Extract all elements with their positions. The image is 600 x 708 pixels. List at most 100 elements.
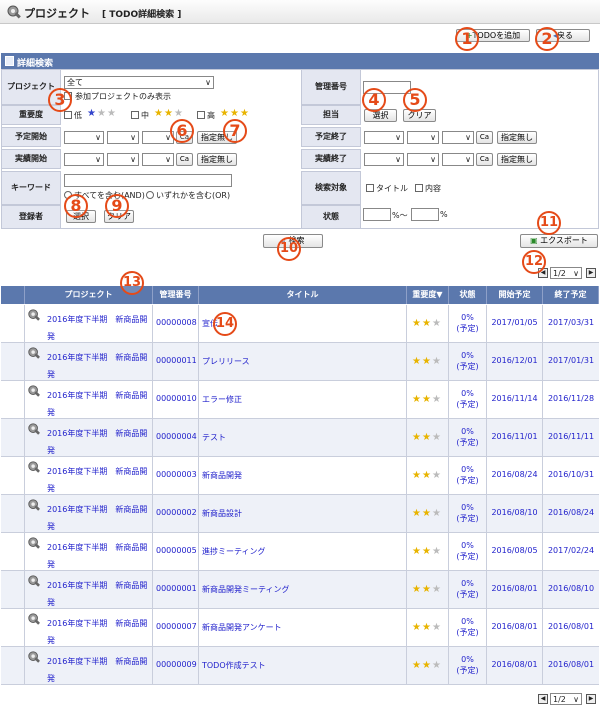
actual-end-day-select[interactable]: [442, 153, 474, 166]
table-row[interactable]: 2016年度下半期 新商品開発 00000001 新商品開発ミーティング ★ ★ ★ 0%(…: [1, 571, 599, 609]
project-link[interactable]: 2016年度下半期 新商品開発: [47, 349, 151, 383]
actual-start-day-select[interactable]: [142, 153, 174, 166]
target-title-checkbox[interactable]: [366, 184, 374, 192]
status-cell[interactable]: 0% (予定): [449, 381, 487, 419]
actual-end-unset-button[interactable]: 指定無し: [497, 153, 537, 166]
manage-no-link[interactable]: 00000009: [153, 647, 199, 685]
manage-no-link[interactable]: 00000007: [153, 609, 199, 647]
manage-no-link[interactable]: 00000011: [153, 343, 199, 381]
table-row[interactable]: 2016年度下半期 新商品開発 00000008 宣伝 ★ ★ ★ 0% (予定) 2017/0…: [1, 305, 599, 343]
manage-no-link[interactable]: 00000004: [153, 419, 199, 457]
search-target-label: 検索対象: [301, 171, 361, 205]
keyword-or-radio[interactable]: [146, 191, 154, 199]
title-link[interactable]: 新商品開発アンケート: [199, 609, 407, 647]
table-row[interactable]: 2016年度下半期 新商品開発 00000011 プレリリース ★ ★ ★ 0% (予定) 20…: [1, 343, 599, 381]
actual-start-unset-button[interactable]: 指定無し: [197, 153, 237, 166]
status-cell[interactable]: 0% (予定): [449, 609, 487, 647]
column-header-status[interactable]: 状態: [449, 286, 487, 304]
keyword-input[interactable]: [64, 174, 232, 187]
status-cell[interactable]: 0% (予定): [449, 343, 487, 381]
status-cell[interactable]: 0% (予定): [449, 647, 487, 685]
project-link[interactable]: 2016年度下半期 新商品開発: [47, 425, 151, 459]
title-link[interactable]: エラー修正: [199, 381, 407, 419]
star-icon: ★: [422, 394, 431, 405]
project-gear-icon: [28, 347, 40, 359]
status-cell[interactable]: 0% (予定): [449, 419, 487, 457]
table-row[interactable]: 2016年度下半期 新商品開発 00000010 エラー修正 ★ ★ ★ 0% (予定) 201…: [1, 381, 599, 419]
project-link[interactable]: 2016年度下半期 新商品開発: [47, 653, 151, 687]
project-link[interactable]: 2016年度下半期 新商品開発: [47, 577, 151, 611]
page-select-bottom[interactable]: 1/2: [550, 693, 582, 705]
status-cell[interactable]: 0% (予定): [449, 495, 487, 533]
status-from-input[interactable]: [363, 208, 391, 221]
manage-no-link[interactable]: 00000002: [153, 495, 199, 533]
title-link[interactable]: テスト: [199, 419, 407, 457]
planned-start-cell: 2016/08/10: [487, 495, 543, 533]
planned-end-calendar-button[interactable]: Ca: [476, 131, 493, 144]
table-row[interactable]: 2016年度下半期 新商品開発 00000002 新商品設計 ★ ★ ★ 0% (予定) 201…: [1, 495, 599, 533]
planned-start-year-select[interactable]: [64, 131, 104, 144]
prev-page-button[interactable]: ◀: [538, 694, 548, 704]
title-link[interactable]: 進捗ミーティング: [199, 533, 407, 571]
status-cell[interactable]: 0% (予定): [449, 457, 487, 495]
table-row[interactable]: 2016年度下半期 新商品開発 00000009 TODO作成テスト ★ ★ ★ 0% (予定…: [1, 647, 599, 685]
table-row[interactable]: 2016年度下半期 新商品開発 00000003 新商品開発 ★ ★ ★ 0% (予定) 201…: [1, 457, 599, 495]
column-header-manage-no[interactable]: 管理番号: [153, 286, 199, 304]
table-row[interactable]: 2016年度下半期 新商品開発 00000004 テスト ★ ★ ★ 0% (予定) 2016/…: [1, 419, 599, 457]
star-icon: ★: [412, 470, 421, 481]
project-link[interactable]: 2016年度下半期 新商品開発: [47, 463, 151, 497]
registrant-label: 登録者: [1, 205, 61, 229]
project-link[interactable]: 2016年度下半期 新商品開発: [47, 615, 151, 649]
actual-start-label: 実績開始: [1, 149, 61, 169]
status-to-suffix: %: [440, 210, 448, 219]
planned-end-unset-button[interactable]: 指定無し: [497, 131, 537, 144]
status-to-input[interactable]: [411, 208, 439, 221]
manage-no-link[interactable]: 00000008: [153, 305, 199, 343]
status-cell[interactable]: 0% (予定): [449, 533, 487, 571]
table-row[interactable]: 2016年度下半期 新商品開発 00000005 進捗ミーティング ★ ★ ★ 0% (予定)…: [1, 533, 599, 571]
next-page-button[interactable]: ▶: [586, 694, 596, 704]
planned-end-year-select[interactable]: [364, 131, 404, 144]
importance-mid-checkbox[interactable]: [131, 111, 139, 119]
title-link[interactable]: プレリリース: [199, 343, 407, 381]
manage-no-link[interactable]: 00000001: [153, 571, 199, 609]
importance-cell: ★ ★ ★: [407, 647, 449, 685]
column-header-importance[interactable]: 重要度▼: [407, 286, 449, 304]
title-link[interactable]: 新商品開発: [199, 457, 407, 495]
project-gear-icon: [28, 423, 40, 435]
actual-start-month-select[interactable]: [107, 153, 139, 166]
planned-end-month-select[interactable]: [407, 131, 439, 144]
manage-no-link[interactable]: 00000010: [153, 381, 199, 419]
title-link[interactable]: 新商品設計: [199, 495, 407, 533]
actual-start-year-select[interactable]: [64, 153, 104, 166]
table-row[interactable]: 2016年度下半期 新商品開発 00000007 新商品開発アンケート ★ ★ ★ 0% (予…: [1, 609, 599, 647]
next-page-button[interactable]: ▶: [586, 268, 596, 278]
importance-high-checkbox[interactable]: [197, 111, 205, 119]
project-link[interactable]: 2016年度下半期 新商品開発: [47, 311, 151, 345]
project-link[interactable]: 2016年度下半期 新商品開発: [47, 539, 151, 573]
project-link[interactable]: 2016年度下半期 新商品開発: [47, 501, 151, 535]
actual-end-year-select[interactable]: [364, 153, 404, 166]
manage-no-link[interactable]: 00000003: [153, 457, 199, 495]
project-select[interactable]: 全て: [64, 76, 214, 89]
actual-start-calendar-button[interactable]: Ca: [176, 153, 193, 166]
column-header-planned-end[interactable]: 終了予定: [543, 286, 599, 304]
status-cell[interactable]: 0% (予定): [449, 571, 487, 609]
actual-end-month-select[interactable]: [407, 153, 439, 166]
planned-start-month-select[interactable]: [107, 131, 139, 144]
actual-end-calendar-button[interactable]: Ca: [476, 153, 493, 166]
column-header-title[interactable]: タイトル: [199, 286, 407, 304]
callout-marker: 7: [223, 119, 247, 143]
project-link[interactable]: 2016年度下半期 新商品開発: [47, 387, 151, 421]
column-header-planned-start[interactable]: 開始予定: [487, 286, 543, 304]
target-content-checkbox[interactable]: [415, 184, 423, 192]
title-link[interactable]: TODO作成テスト: [199, 647, 407, 685]
importance-low-checkbox[interactable]: [64, 111, 72, 119]
planned-start-cell: 2016/11/14: [487, 381, 543, 419]
manage-no-link[interactable]: 00000005: [153, 533, 199, 571]
page-select-top[interactable]: 1/2: [550, 267, 582, 279]
title-link[interactable]: 新商品開発ミーティング: [199, 571, 407, 609]
status-cell[interactable]: 0% (予定): [449, 305, 487, 343]
planned-end-day-select[interactable]: [442, 131, 474, 144]
export-button[interactable]: ▣ エクスポート: [520, 234, 598, 248]
